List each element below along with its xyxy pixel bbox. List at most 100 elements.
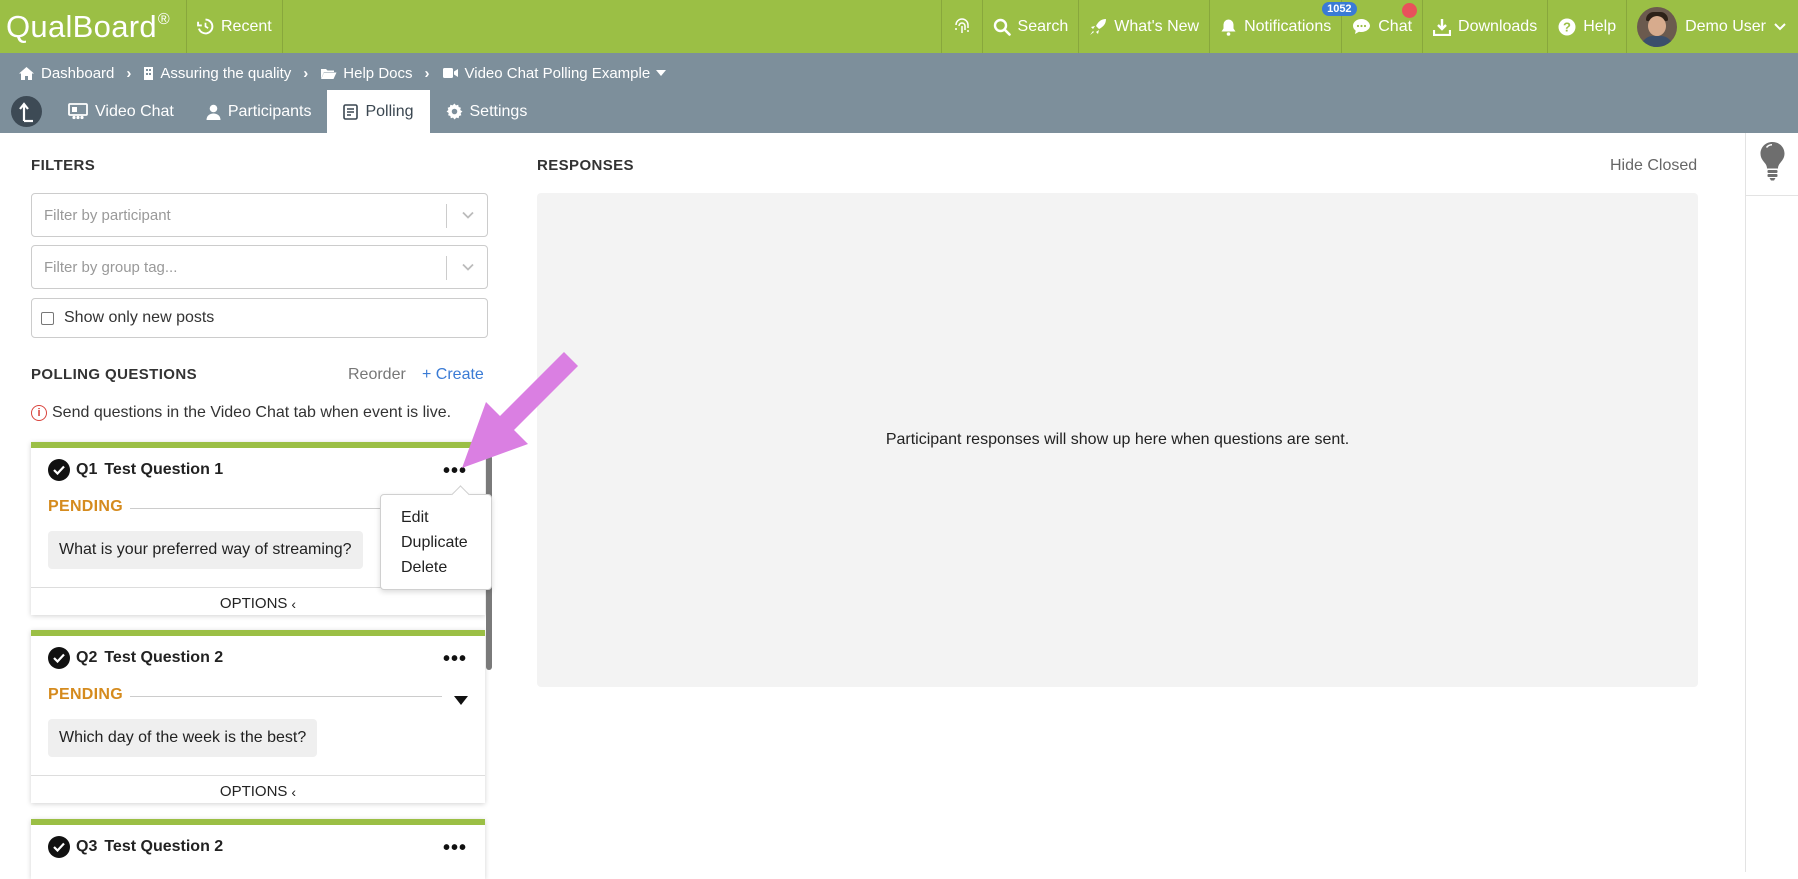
downloads-button[interactable]: Downloads (1423, 0, 1549, 53)
caret-down-icon (1774, 22, 1786, 30)
help-button[interactable]: ? Help (1548, 0, 1628, 53)
check-circle-icon (48, 647, 70, 669)
responses-empty-message: Participant responses will show up here … (885, 431, 1350, 448)
status-divider (130, 696, 442, 697)
tab-label: Settings (469, 102, 528, 120)
question-options-toggle[interactable]: OPTIONS ‹ (31, 587, 485, 619)
video-chat-icon (68, 103, 88, 120)
question-title: Test Question 2 (104, 649, 224, 666)
breadcrumb-label: Assuring the quality (160, 64, 292, 82)
caret-down-icon[interactable] (454, 696, 468, 705)
info-icon: i (31, 405, 47, 421)
options-label: OPTIONS (219, 783, 288, 800)
search-label: Search (1017, 17, 1069, 35)
recent-button[interactable]: Recent (187, 0, 283, 53)
show-new-posts-label: Show only new posts (64, 309, 215, 326)
bell-icon (1221, 19, 1236, 36)
folder-open-icon (321, 68, 337, 79)
select-divider (446, 204, 447, 228)
lightbulb-icon[interactable] (1759, 141, 1786, 181)
chat-label: Chat (1378, 17, 1413, 35)
rail-divider (1746, 195, 1798, 196)
more-options-icon[interactable]: ••• (443, 837, 467, 860)
check-circle-icon (48, 459, 70, 481)
logo-registered-mark: ® (157, 10, 170, 28)
question-status: PENDING (48, 686, 123, 703)
group-tag-filter-placeholder: Filter by group tag... (44, 258, 178, 276)
whats-new-button[interactable]: What's New (1079, 0, 1211, 53)
breadcrumb-separator: › (126, 64, 132, 82)
breadcrumb: Dashboard › Assuring the quality › Help … (18, 59, 667, 87)
question-title: Test Question 2 (104, 838, 224, 855)
notice-text: Send questions in the Video Chat tab whe… (52, 404, 452, 421)
user-name: Demo User (1685, 17, 1766, 35)
whats-new-label: What's New (1114, 17, 1200, 35)
live-event-notice: i Send questions in the Video Chat tab w… (31, 404, 451, 422)
menu-item-edit[interactable]: Edit (401, 505, 491, 530)
fingerprint-icon (954, 17, 969, 33)
breadcrumb-label: Video Chat Polling Example (464, 64, 651, 82)
user-avatar (1637, 6, 1678, 47)
tab-label: Participants (227, 102, 312, 120)
chat-button[interactable]: Chat (1342, 0, 1424, 53)
right-rail (1745, 133, 1798, 872)
question-card: Q3 Test Question 2 ••• (31, 819, 485, 879)
more-options-icon[interactable]: ••• (443, 648, 467, 671)
breadcrumb-dashboard[interactable]: Dashboard (18, 65, 114, 82)
search-icon (993, 18, 1011, 36)
question-text: Which day of the week is the best? (48, 719, 318, 757)
group-tag-filter-select[interactable]: Filter by group tag... (31, 245, 488, 289)
tab-settings[interactable]: Settings (430, 90, 544, 133)
building-icon (144, 66, 154, 80)
caret-down-icon (656, 70, 667, 76)
breadcrumb-folder[interactable]: Help Docs (320, 65, 413, 82)
chevron-down-icon (462, 211, 474, 219)
question-actions-menu: Edit Duplicate Delete (380, 494, 492, 590)
download-icon (1433, 18, 1452, 36)
question-options-toggle[interactable]: OPTIONS ‹ (31, 775, 485, 807)
filters-title: FILTERS (31, 157, 96, 174)
search-button[interactable]: Search (983, 0, 1080, 53)
sub-navbar: Dashboard › Assuring the quality › Help … (0, 53, 1798, 133)
arrow-up-left-icon (18, 101, 33, 122)
notifications-label: Notifications (1244, 17, 1332, 35)
select-divider (446, 256, 447, 280)
menu-item-delete[interactable]: Delete (401, 555, 491, 580)
top-navbar: QualBoard ® Recent Search What's New Noti… (0, 0, 1798, 53)
question-header: Q2 Test Question 2 (48, 647, 223, 669)
poll-document-icon (343, 103, 359, 120)
chat-unread-dot (1402, 3, 1418, 18)
hide-closed-link[interactable]: Hide Closed (1610, 157, 1697, 175)
chevron-down-icon (462, 263, 474, 271)
show-new-posts-checkbox[interactable] (41, 311, 54, 325)
reorder-link[interactable]: Reorder (348, 366, 406, 384)
help-label: Help (1583, 17, 1617, 35)
breadcrumb-project[interactable]: Assuring the quality (143, 65, 291, 82)
user-menu[interactable]: Demo User (1627, 0, 1798, 53)
question-header: Q1 Test Question 1 (48, 459, 223, 481)
app-logo[interactable]: QualBoard ® (0, 0, 187, 53)
question-card: Q2 Test Question 2 ••• PENDING Which day… (31, 630, 485, 803)
tab-label: Video Chat (95, 102, 174, 120)
gear-icon (446, 103, 462, 120)
help-icon: ? (1558, 18, 1576, 35)
fingerprint-button[interactable] (940, 0, 983, 53)
logo-text: QualBoard (6, 8, 157, 44)
participant-filter-select[interactable]: Filter by participant (31, 193, 488, 237)
downloads-label: Downloads (1458, 17, 1538, 35)
menu-item-duplicate[interactable]: Duplicate (401, 530, 491, 555)
event-tabs: Video Chat Participants Polling Settings (0, 90, 543, 133)
notifications-button[interactable]: Notifications 1052 (1210, 0, 1357, 53)
show-new-posts-toggle[interactable]: Show only new posts (31, 298, 488, 338)
back-button[interactable] (11, 96, 42, 127)
question-number: Q1 (76, 461, 98, 478)
options-label: OPTIONS (219, 595, 288, 612)
polling-questions-title: POLLING QUESTIONS (31, 366, 197, 383)
video-camera-icon (442, 68, 458, 78)
tab-video-chat[interactable]: Video Chat (52, 90, 190, 133)
question-header: Q3 Test Question 2 (48, 836, 223, 858)
question-number: Q3 (76, 838, 98, 855)
tab-polling[interactable]: Polling (327, 90, 430, 133)
tab-participants[interactable]: Participants (190, 90, 328, 133)
breadcrumb-event[interactable]: Video Chat Polling Example (442, 65, 667, 82)
